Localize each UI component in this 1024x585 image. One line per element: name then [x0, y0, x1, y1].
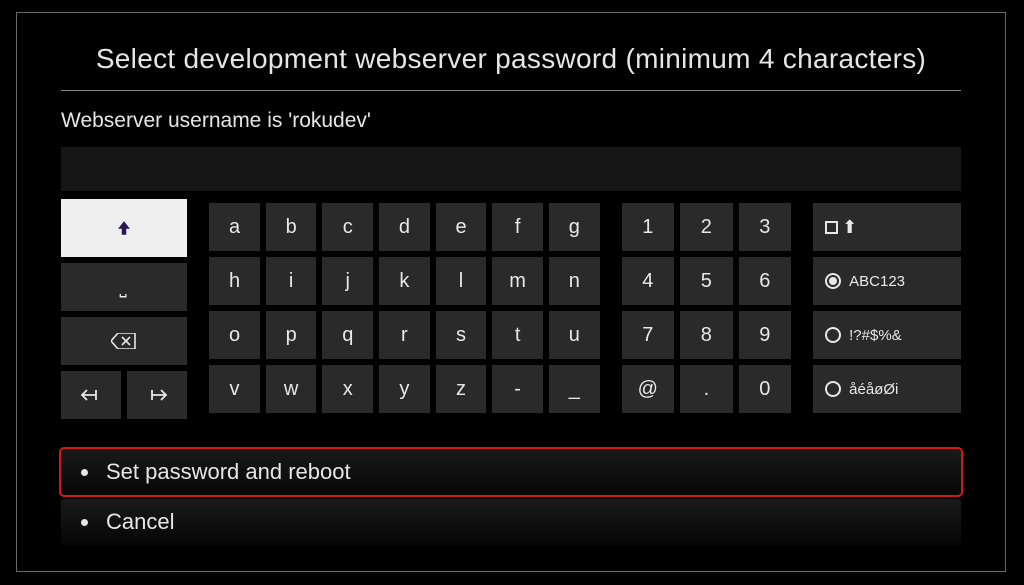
key-z[interactable]: z: [436, 365, 487, 413]
key-0[interactable]: 0: [739, 365, 792, 413]
symbol-mode-label: !?#$%&: [849, 327, 902, 344]
key-dash[interactable]: -: [492, 365, 543, 413]
dialog-title: Select development webserver password (m…: [61, 35, 961, 86]
key-t[interactable]: t: [492, 311, 543, 359]
key-k[interactable]: k: [379, 257, 430, 305]
intl-mode-label: åéåøØi: [849, 381, 898, 398]
key-i[interactable]: i: [266, 257, 317, 305]
key-p[interactable]: p: [266, 311, 317, 359]
key-l[interactable]: l: [436, 257, 487, 305]
radio-off-icon: [825, 381, 841, 397]
nav-keys: ⎵: [61, 203, 187, 419]
key-9[interactable]: 9: [739, 311, 792, 359]
cursor-right-key[interactable]: [127, 371, 187, 419]
key-v[interactable]: v: [209, 365, 260, 413]
letter-keys: a b c d e f g h i j k l m n o p q r s t …: [209, 203, 599, 419]
key-s[interactable]: s: [436, 311, 487, 359]
cursor-left-key[interactable]: [61, 371, 121, 419]
bullet-icon: [81, 519, 88, 526]
key-r[interactable]: r: [379, 311, 430, 359]
cancel-button[interactable]: Cancel: [61, 499, 961, 545]
username-label: Webserver username is 'rokudev': [61, 109, 961, 133]
divider: [61, 90, 961, 91]
abc-mode-key[interactable]: ABC123: [813, 257, 961, 305]
cursor-left-icon: [80, 388, 102, 402]
key-a[interactable]: a: [209, 203, 260, 251]
set-password-label: Set password and reboot: [106, 459, 351, 485]
caps-icon: ⬆: [825, 217, 857, 238]
intl-mode-key[interactable]: åéåøØi: [813, 365, 961, 413]
password-input[interactable]: [61, 147, 961, 191]
key-j[interactable]: j: [322, 257, 373, 305]
backspace-key[interactable]: [61, 317, 187, 365]
key-5[interactable]: 5: [680, 257, 733, 305]
key-x[interactable]: x: [322, 365, 373, 413]
key-m[interactable]: m: [492, 257, 543, 305]
symbol-mode-key[interactable]: !?#$%&: [813, 311, 961, 359]
key-e[interactable]: e: [436, 203, 487, 251]
key-1[interactable]: 1: [622, 203, 675, 251]
key-3[interactable]: 3: [739, 203, 792, 251]
key-2[interactable]: 2: [680, 203, 733, 251]
shift-key[interactable]: [61, 199, 187, 257]
key-b[interactable]: b: [266, 203, 317, 251]
radio-on-icon: [825, 273, 841, 289]
key-c[interactable]: c: [322, 203, 373, 251]
key-8[interactable]: 8: [680, 311, 733, 359]
cursor-right-icon: [146, 388, 168, 402]
key-q[interactable]: q: [322, 311, 373, 359]
caps-mode-key[interactable]: ⬆: [813, 203, 961, 251]
key-6[interactable]: 6: [739, 257, 792, 305]
key-d[interactable]: d: [379, 203, 430, 251]
dialog-frame: Select development webserver password (m…: [16, 12, 1006, 572]
bullet-icon: [81, 469, 88, 476]
key-n[interactable]: n: [549, 257, 600, 305]
key-period[interactable]: .: [680, 365, 733, 413]
key-u[interactable]: u: [549, 311, 600, 359]
abc-mode-label: ABC123: [849, 273, 905, 290]
cancel-label: Cancel: [106, 509, 174, 535]
mode-keys: ⬆ ABC123 !?#$%& åéåøØi: [813, 203, 961, 419]
key-7[interactable]: 7: [622, 311, 675, 359]
backspace-icon: [111, 333, 137, 349]
key-y[interactable]: y: [379, 365, 430, 413]
key-g[interactable]: g: [549, 203, 600, 251]
key-4[interactable]: 4: [622, 257, 675, 305]
action-options: Set password and reboot Cancel: [61, 449, 961, 545]
key-h[interactable]: h: [209, 257, 260, 305]
key-underscore[interactable]: _: [549, 365, 600, 413]
key-o[interactable]: o: [209, 311, 260, 359]
set-password-button[interactable]: Set password and reboot: [61, 449, 961, 495]
arrow-up-icon: [115, 219, 133, 237]
key-at[interactable]: @: [622, 365, 675, 413]
keyboard: ⎵ a b: [61, 203, 961, 419]
space-key[interactable]: ⎵: [61, 263, 187, 311]
key-f[interactable]: f: [492, 203, 543, 251]
key-w[interactable]: w: [266, 365, 317, 413]
number-keys: 1 2 3 4 5 6 7 8 9 @ . 0: [622, 203, 792, 419]
radio-off-icon: [825, 327, 841, 343]
